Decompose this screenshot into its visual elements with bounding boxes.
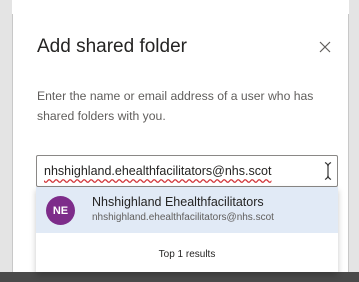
- avatar: NE: [46, 196, 75, 225]
- suggestion-email: nhshighland.ehealthfacilitators@nhs.scot: [92, 212, 274, 223]
- close-icon: [319, 41, 331, 53]
- window-left-edge: [0, 0, 12, 282]
- window-bottom-edge: [0, 272, 359, 282]
- window-right-edge: [349, 0, 359, 282]
- add-shared-folder-dialog: Add shared folder Enter the name or emai…: [12, 14, 349, 272]
- search-input-value[interactable]: nhshighland.ehealthfacilitators@nhs.scot: [44, 164, 271, 178]
- window-top-edge: [0, 0, 359, 14]
- dialog-description: Enter the name or email address of a use…: [37, 89, 314, 123]
- suggestion-dropdown: NE Nhshighland Ehealthfacilitators nhshi…: [36, 187, 338, 272]
- suggestion-name: Nhshighland Ehealthfacilitators: [92, 195, 264, 209]
- dialog-title: Add shared folder: [37, 36, 187, 57]
- results-count: Top 1 results: [158, 249, 216, 260]
- suggestion-item[interactable]: NE Nhshighland Ehealthfacilitators nhshi…: [36, 187, 338, 233]
- user-search-input[interactable]: nhshighland.ehealthfacilitators@nhs.scot: [36, 155, 338, 187]
- text-cursor-icon: [324, 161, 332, 181]
- close-button[interactable]: [313, 35, 337, 59]
